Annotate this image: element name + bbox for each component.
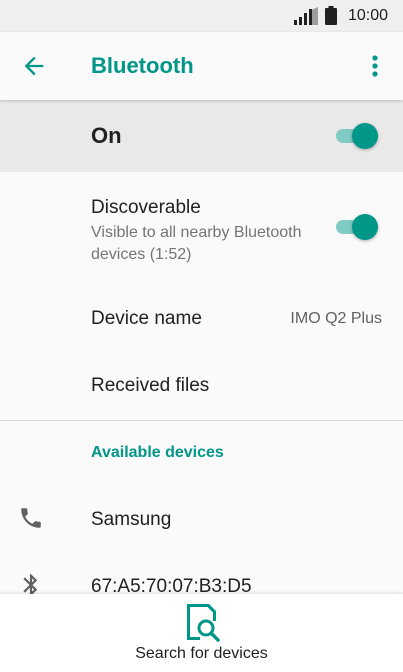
toggle-thumb	[352, 214, 378, 240]
received-files-title: Received files	[91, 375, 210, 396]
phone-icon	[21, 508, 41, 528]
status-bar: 10:00	[0, 0, 403, 32]
search-devices-label: Search for devices	[135, 645, 268, 662]
status-time: 10:00	[348, 7, 389, 24]
received-files-row[interactable]: Received files	[0, 352, 403, 420]
search-devices-bar[interactable]: Search for devices	[0, 594, 403, 672]
battery-icon	[325, 6, 337, 25]
available-devices-header: Available devices	[91, 444, 224, 461]
discoverable-title: Discoverable	[91, 197, 201, 218]
discoverable-summary: Visible to all nearby Bluetooth devices …	[91, 224, 302, 263]
master-switch-label: On	[91, 123, 122, 148]
discoverable-row[interactable]: Discoverable Visible to all nearby Bluet…	[0, 172, 403, 272]
page-title: Bluetooth	[91, 53, 194, 78]
signal-icon	[294, 7, 318, 25]
bluetooth-master-switch-row[interactable]: On	[0, 100, 403, 172]
section-divider	[0, 420, 403, 421]
device-list-item[interactable]: Samsung	[0, 486, 403, 552]
app-bar: Bluetooth	[0, 32, 403, 100]
discoverable-toggle[interactable]	[336, 212, 380, 242]
bluetooth-settings-screen: 10:00 Bluetooth On Discoverable Visible …	[0, 0, 403, 672]
device-name-label: Samsung	[91, 509, 172, 530]
bluetooth-toggle[interactable]	[336, 121, 380, 151]
search-devices-icon[interactable]	[182, 602, 222, 642]
device-name-value: IMO Q2 Plus	[290, 310, 382, 327]
device-name-title: Device name	[91, 308, 202, 329]
more-vert-icon[interactable]	[363, 52, 387, 80]
device-name-row[interactable]: Device name IMO Q2 Plus	[0, 286, 403, 352]
arrow-back-icon[interactable]	[20, 52, 48, 80]
toggle-thumb	[352, 123, 378, 149]
